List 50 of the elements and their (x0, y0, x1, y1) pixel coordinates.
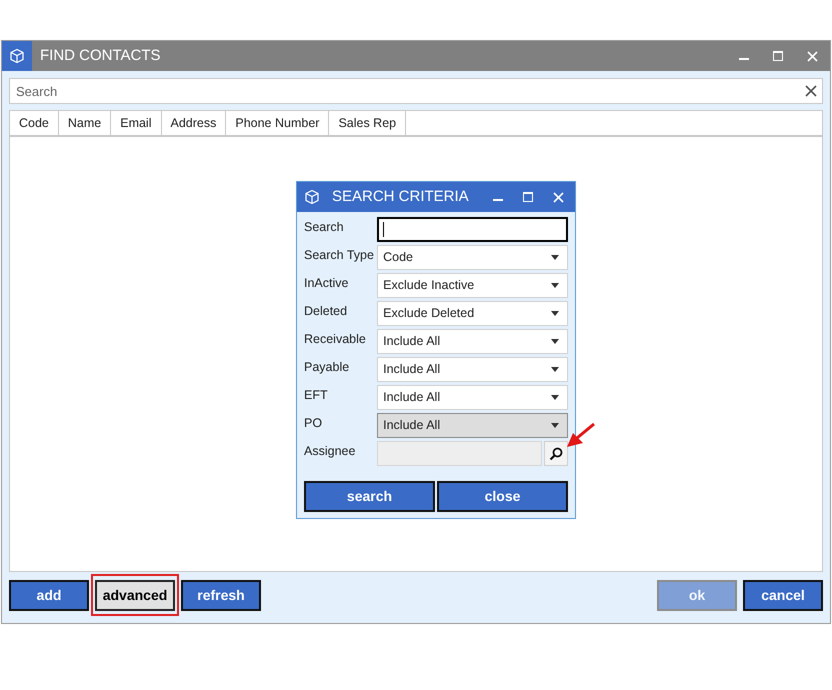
dropdown[interactable]: Include All (377, 357, 568, 382)
dialog-button[interactable]: search (304, 481, 435, 512)
caret-icon (551, 311, 559, 316)
lookup-field[interactable] (377, 441, 542, 466)
caret-icon (551, 283, 559, 288)
action-button[interactable]: cancel (743, 580, 823, 611)
column-header[interactable]: Sales Rep (329, 111, 406, 135)
dropdown[interactable]: Include All (377, 413, 568, 438)
field-label: Receivable (304, 331, 367, 348)
close-icon[interactable] (807, 50, 818, 62)
action-button[interactable]: refresh (181, 580, 261, 611)
dialog-title: SEARCH CRITERIA (332, 186, 469, 207)
dropdown[interactable]: Code (377, 245, 568, 270)
column-header[interactable]: Code (10, 111, 59, 135)
field-label: Assignee (304, 443, 356, 460)
dropdown[interactable]: Exclude Inactive (377, 273, 568, 298)
caret-icon (551, 423, 559, 428)
column-header[interactable]: Name (58, 111, 112, 135)
cube-icon (9, 48, 25, 64)
dropdown[interactable]: Include All (377, 329, 568, 354)
highlighted-button[interactable]: advanced (95, 580, 175, 611)
clear-icon[interactable] (805, 85, 817, 97)
caret-icon (551, 255, 559, 260)
window-title: FIND CONTACTS (40, 46, 161, 66)
search-field[interactable]: Search (9, 78, 823, 104)
field-label: InActive (304, 275, 350, 292)
close-icon[interactable] (553, 192, 564, 202)
search-icon (549, 446, 563, 460)
caret-icon (551, 339, 559, 344)
caret-icon (551, 395, 559, 400)
dropdown[interactable]: Include All (377, 385, 568, 410)
text-cursor (383, 222, 384, 237)
field-label: PO (304, 415, 324, 432)
dropdown[interactable]: Exclude Deleted (377, 301, 568, 326)
cube-icon (304, 189, 320, 205)
field-label: Search Type (304, 247, 375, 264)
field-label: Payable (304, 359, 350, 376)
search-button[interactable] (544, 441, 568, 466)
field-label: Deleted (304, 303, 348, 320)
column-header[interactable]: Phone Number (226, 111, 330, 135)
maximize-icon[interactable] (523, 192, 533, 202)
dialog-button[interactable]: close (437, 481, 568, 512)
column-header[interactable]: Email (111, 111, 162, 135)
text-field[interactable] (377, 217, 568, 242)
action-button[interactable]: add (9, 580, 89, 611)
field-label: EFT (304, 387, 329, 404)
column-header[interactable]: Address (162, 111, 226, 135)
field-label: Search (304, 219, 345, 236)
maximize-icon[interactable] (773, 51, 783, 61)
caret-icon (551, 367, 559, 372)
